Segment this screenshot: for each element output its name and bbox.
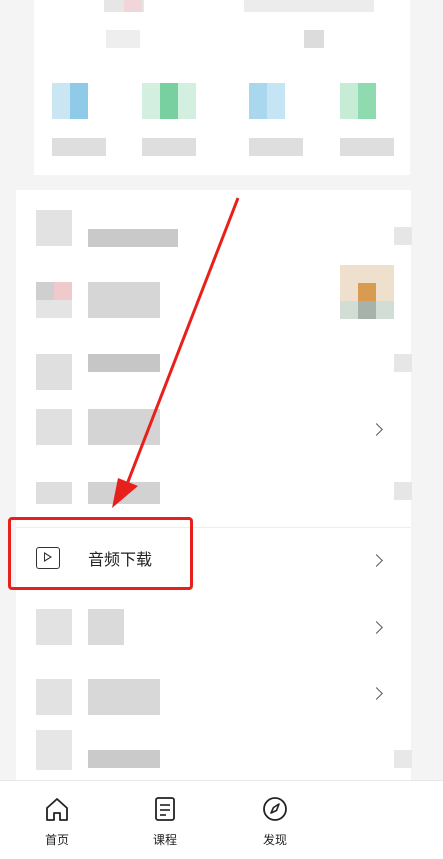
obscured-block xyxy=(394,750,412,768)
obscured-label xyxy=(249,138,303,156)
list-item[interactable] xyxy=(16,350,412,395)
obscured-block xyxy=(394,482,412,500)
chevron-right-icon xyxy=(370,554,383,567)
obscured-icon xyxy=(36,482,72,504)
obscured-text xyxy=(88,679,160,715)
list-item[interactable] xyxy=(16,605,411,645)
shortcut-icon-tile[interactable] xyxy=(142,83,196,119)
obscured-block xyxy=(394,227,412,245)
obscured-block xyxy=(124,0,142,12)
obscured-icon xyxy=(36,354,72,390)
tab-label: 课程 xyxy=(152,833,177,847)
list-item[interactable] xyxy=(16,478,412,508)
obscured-icon xyxy=(36,210,72,246)
obscured-thumbnail xyxy=(340,265,394,319)
list-item[interactable] xyxy=(16,205,412,255)
obscured-text xyxy=(88,482,160,504)
obscured-block xyxy=(244,0,374,12)
obscured-text xyxy=(88,229,178,247)
tab-course[interactable]: 课程 xyxy=(125,781,205,859)
chevron-right-icon xyxy=(370,687,383,700)
shortcut-icon-tile[interactable] xyxy=(340,83,376,119)
tab-label: 发现 xyxy=(262,833,287,847)
obscured-text xyxy=(88,354,160,372)
obscured-icon xyxy=(36,730,72,770)
obscured-block xyxy=(394,354,412,372)
obscured-icon xyxy=(36,282,72,318)
obscured-text xyxy=(88,609,124,645)
chevron-right-icon xyxy=(370,423,383,436)
tab-home[interactable]: 首页 xyxy=(17,781,97,859)
shortcut-icon-tile[interactable] xyxy=(249,83,285,119)
top-card xyxy=(34,0,410,175)
obscured-block xyxy=(106,30,140,48)
tab-discover[interactable]: 发现 xyxy=(235,781,315,859)
list-item[interactable] xyxy=(16,265,411,320)
list-item[interactable] xyxy=(16,675,411,715)
discover-compass-icon xyxy=(263,797,287,821)
obscured-label xyxy=(340,138,394,156)
obscured-label xyxy=(52,138,106,156)
annotation-highlight-box xyxy=(8,517,193,590)
list-item[interactable] xyxy=(16,405,411,450)
tab-label: 首页 xyxy=(44,833,69,847)
obscured-text xyxy=(88,750,160,768)
obscured-icon xyxy=(36,409,72,445)
obscured-text xyxy=(88,409,160,445)
obscured-text xyxy=(88,282,160,318)
bottom-tab-bar: 首页 课程 发现 xyxy=(0,780,443,859)
list-item[interactable] xyxy=(16,730,412,775)
home-icon xyxy=(46,798,68,821)
obscured-icon xyxy=(36,679,72,715)
shortcut-icon-tile[interactable] xyxy=(52,83,88,119)
app-screen: 音频下载 首页 课程 发现 xyxy=(0,0,443,859)
obscured-label xyxy=(142,138,196,156)
obscured-block xyxy=(304,30,324,48)
course-list-icon xyxy=(155,797,175,821)
obscured-icon xyxy=(36,609,72,645)
chevron-right-icon xyxy=(370,621,383,634)
